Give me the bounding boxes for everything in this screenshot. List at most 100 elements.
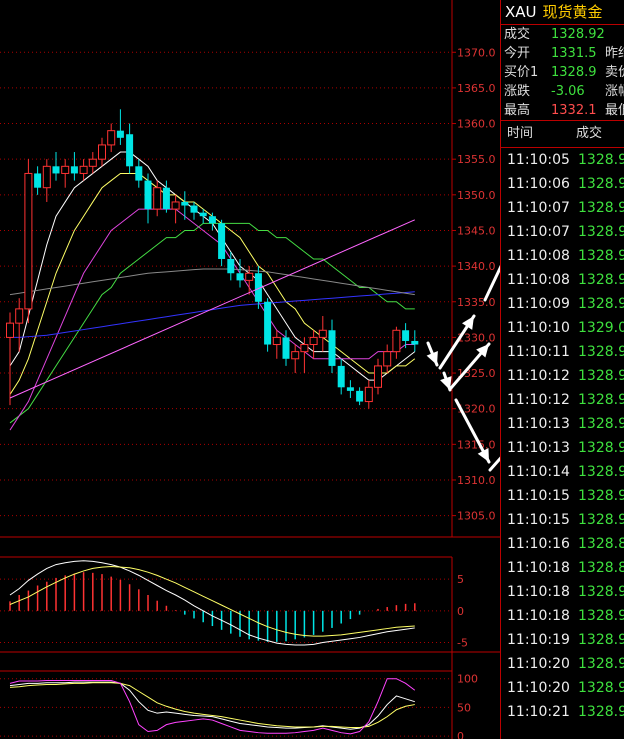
kdj-d-line <box>9 682 415 729</box>
ticks-list[interactable]: 11:10:05 1328.9 11:10:06 1328.9 11:10:07 1328… <box>501 148 624 724</box>
tick-row[interactable]: 11:10:13 1328.9 <box>501 436 624 460</box>
candle-body <box>61 165 70 174</box>
candle-body <box>282 337 290 359</box>
tick-row[interactable]: 11:10:18 1328.9 <box>501 604 624 628</box>
candle-body <box>309 336 318 346</box>
candle-body <box>15 308 24 324</box>
tick-row[interactable]: 11:10:05 1328.9 <box>501 148 624 172</box>
candle-body <box>346 387 354 391</box>
tick-time: 11:10:14 <box>507 464 570 480</box>
tick-time: 11:10:16 <box>507 536 570 552</box>
tick-price: 1328.9 <box>578 392 624 408</box>
tick-price: 1328.9 <box>578 488 624 504</box>
tick-price: 1328.9 <box>578 608 624 624</box>
tick-row[interactable]: 11:10:20 1328.9 <box>501 652 624 676</box>
candle-body <box>356 390 364 402</box>
candle-body <box>181 201 189 206</box>
quote-label-2: 昨结 <box>605 46 624 61</box>
tick-row[interactable]: 11:10:20 1328.9 <box>501 676 624 700</box>
tick-time: 11:10:18 <box>507 560 570 576</box>
quote-label-2: 涨幅 <box>605 84 624 99</box>
price-axis: 1370.0 1365.0 1360.0 1355.0 1350.0 1345.0 1340… <box>452 46 496 523</box>
tick-row[interactable]: 11:10:07 1328.9 <box>501 220 624 244</box>
quote-row: 最高 1332.1 最低 <box>501 101 624 120</box>
macd-tick-label: -5 <box>457 637 468 650</box>
candle-body <box>79 165 88 174</box>
tick-row[interactable]: 11:10:18 1328.8 <box>501 556 624 580</box>
price-tick-label: 1335.0 <box>457 296 496 309</box>
tick-price: 1328.9 <box>578 200 624 216</box>
tick-row[interactable]: 11:10:07 1328.9 <box>501 196 624 220</box>
candle-body <box>135 166 143 181</box>
tick-time: 11:10:19 <box>507 632 570 648</box>
quote-fields: 成交 1328.92 今开 1331.5 昨结买价1 1328.9 卖价涨跌 -3.06 涨幅最… <box>501 25 624 120</box>
quote-value: 1332.1 <box>551 103 597 118</box>
candle-body <box>171 201 180 210</box>
candle-body <box>6 322 14 338</box>
tick-row[interactable]: 11:10:12 1328.9 <box>501 388 624 412</box>
candle-body <box>374 365 382 388</box>
candle-body <box>364 386 373 403</box>
tick-price: 1328.9 <box>578 632 624 648</box>
candle-body <box>411 340 419 345</box>
tick-time: 11:10:07 <box>507 224 570 240</box>
tick-time: 11:10:18 <box>507 608 570 624</box>
tick-row[interactable]: 11:10:10 1329.0 <box>501 316 624 340</box>
tick-row[interactable]: 11:10:12 1328.9 <box>501 364 624 388</box>
price-tick-label: 1355.0 <box>457 153 496 166</box>
tick-row[interactable]: 11:10:18 1328.9 <box>501 580 624 604</box>
tick-price: 1328.9 <box>578 584 624 600</box>
tick-row[interactable]: 11:10:06 1328.9 <box>501 172 624 196</box>
tick-price: 1328.9 <box>578 152 624 168</box>
quote-value: 1328.92 <box>551 27 605 42</box>
quote-label: 买价1 <box>504 65 539 80</box>
tick-row[interactable]: 11:10:08 1328.9 <box>501 268 624 292</box>
tick-time: 11:10:12 <box>507 368 570 384</box>
kdj-panel: 100 50 0 <box>0 670 478 739</box>
quote-row: 买价1 1328.9 卖价 <box>501 63 624 82</box>
tick-price: 1328.9 <box>578 440 624 456</box>
candlestick-chart[interactable]: 1370.0 1365.0 1360.0 1355.0 1350.0 1345.0 1340… <box>0 0 500 739</box>
candle-body <box>218 223 226 259</box>
tick-price: 1328.9 <box>578 680 624 696</box>
candle-body <box>199 212 207 217</box>
price-tick-label: 1340.0 <box>457 260 496 273</box>
candle-body <box>402 330 410 341</box>
price-grid <box>0 51 452 517</box>
price-tick-label: 1345.0 <box>457 224 496 237</box>
moving-average-line <box>9 268 415 296</box>
tick-row[interactable]: 11:10:11 1328.9 <box>501 340 624 364</box>
price-tick-label: 1310.0 <box>457 474 496 487</box>
tick-price: 1328.8 <box>578 536 624 552</box>
kdj-tick-label: 50 <box>457 701 471 714</box>
trendline <box>9 219 416 399</box>
tick-price: 1328.9 <box>578 416 624 432</box>
tick-time: 11:10:09 <box>507 296 570 312</box>
quote-value: 1328.9 <box>551 65 597 80</box>
quote-header: XAU 现货黄金 <box>501 0 624 24</box>
tick-price: 1328.9 <box>578 248 624 264</box>
tick-row[interactable]: 11:10:09 1328.9 <box>501 292 624 316</box>
tick-row[interactable]: 11:10:13 1328.9 <box>501 412 624 436</box>
tick-row[interactable]: 11:10:15 1328.9 <box>501 484 624 508</box>
tick-row[interactable]: 11:10:21 1328.9 <box>501 700 624 724</box>
candle-body <box>88 158 97 167</box>
candle-body <box>272 336 281 346</box>
ticks-header-price: 成交 <box>576 126 603 141</box>
price-tick-label: 1365.0 <box>457 82 496 95</box>
tick-price: 1328.8 <box>578 560 624 576</box>
tick-row[interactable]: 11:10:14 1328.9 <box>501 460 624 484</box>
tick-row[interactable]: 11:10:16 1328.8 <box>501 532 624 556</box>
tick-row[interactable]: 11:10:08 1328.9 <box>501 244 624 268</box>
tick-time: 11:10:18 <box>507 584 570 600</box>
candle-body <box>98 144 106 160</box>
candle-body <box>42 165 51 189</box>
moving-averages <box>9 151 416 431</box>
symbol-name: 现货黄金 <box>542 3 603 21</box>
tick-row[interactable]: 11:10:15 1328.9 <box>501 508 624 532</box>
candle-body <box>107 130 116 146</box>
tick-row[interactable]: 11:10:19 1328.9 <box>501 628 624 652</box>
tick-time: 11:10:13 <box>507 416 570 432</box>
quote-label-2: 卖价 <box>605 65 624 80</box>
tick-price: 1328.9 <box>578 656 624 672</box>
